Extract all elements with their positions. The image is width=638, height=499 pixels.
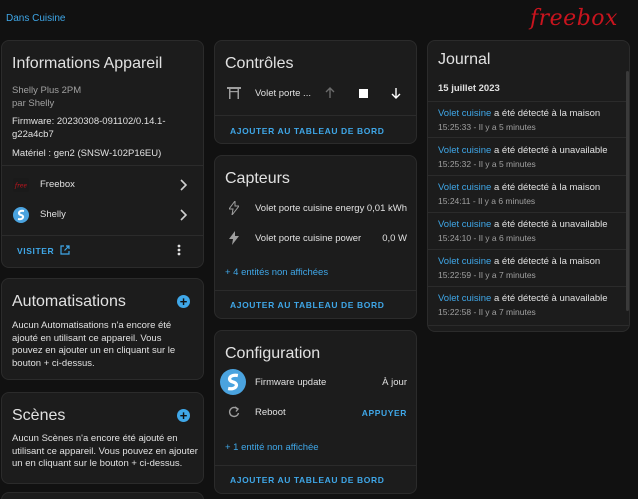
window-shutter-icon [226, 86, 242, 100]
open-external-icon [60, 242, 70, 260]
configuration-hidden-link[interactable]: + 1 entité non affichée [225, 442, 319, 453]
firmware-update-state: À jour [382, 377, 407, 388]
restart-icon [227, 405, 241, 419]
firmware-update-row[interactable]: Firmware update À jour [215, 369, 416, 395]
svg-text:free: free [14, 183, 28, 190]
visit-button[interactable]: VISITER [17, 244, 70, 258]
add-automation-button[interactable]: + [177, 295, 190, 308]
device-firmware: Firmware: 20230308-091102/0.14.1-g22a4cb… [12, 116, 166, 140]
shelly-icon [220, 369, 246, 395]
device-info-card: Informations Appareil Shelly Plus 2PM pa… [1, 40, 204, 268]
reboot-row: Reboot APPUYER [215, 403, 416, 421]
journal-entry: Volet cuisine a été détecté à unavailabl… [438, 145, 608, 156]
journal-entity-link[interactable]: Volet cuisine [438, 293, 491, 304]
firmware-update-label: Firmware update [255, 377, 327, 388]
device-model: Shelly Plus 2PM [12, 85, 82, 96]
sensor-power-name: Volet porte cuisine power [255, 233, 362, 244]
visit-label: VISITER [17, 246, 55, 256]
device-hardware: Matériel : gen2 (SNSW-102P16EU) [12, 148, 162, 159]
controls-add-dashboard-button[interactable]: AJOUTER AU TABLEAU DE BORD [230, 126, 384, 136]
journal-entry: Volet cuisine a été détecté à la maison [438, 182, 601, 193]
integration-shelly-label: Shelly [40, 209, 66, 220]
journal-time: 15:25:32 - Il y a 5 minutes [438, 159, 536, 169]
journal-entity-link[interactable]: Volet cuisine [438, 256, 491, 267]
journal-entity-link[interactable]: Volet cuisine [438, 219, 491, 230]
journal-entry: Volet cuisine a été détecté à la maison [438, 256, 601, 267]
integration-freebox-label: Freebox [40, 179, 75, 190]
reboot-label: Reboot [255, 407, 286, 418]
journal-entry: Volet cuisine a été détecté à unavailabl… [438, 293, 608, 304]
journal-time: 15:22:59 - Il y a 7 minutes [438, 270, 536, 280]
stop-icon[interactable] [356, 86, 370, 100]
device-info-title: Informations Appareil [12, 55, 163, 72]
controls-card: Contrôles Volet porte ... AJOUTER AU TAB… [214, 40, 417, 144]
more-options-icon[interactable] [172, 243, 186, 257]
sensor-energy-name: Volet porte cuisine energy [255, 203, 365, 214]
arrow-down-icon[interactable] [389, 86, 403, 100]
configuration-title: Configuration [225, 345, 321, 362]
configuration-card: Configuration Firmware update À jour Reb… [214, 330, 417, 494]
sensor-row-energy[interactable]: Volet porte cuisine energy 0,01 kWh [215, 199, 416, 217]
sensor-energy-value: 0,01 kWh [366, 203, 407, 214]
sensors-hidden-link[interactable]: + 4 entités non affichées [225, 267, 328, 278]
journal-entry: Volet cuisine a été détecté à unavailabl… [438, 219, 608, 230]
integration-shelly[interactable]: Shelly [2, 201, 203, 229]
cover-entity-name[interactable]: Volet porte ... [255, 88, 311, 99]
journal-time: 15:24:11 - Il y a 6 minutes [438, 196, 536, 206]
journal-entity-link[interactable]: Volet cuisine [438, 145, 491, 156]
freebox-icon: free [13, 178, 29, 192]
shelly-icon [13, 207, 29, 223]
configuration-add-dashboard-button[interactable]: AJOUTER AU TABLEAU DE BORD [230, 475, 384, 485]
next-card [1, 492, 204, 499]
journal-entity-link[interactable]: Volet cuisine [438, 108, 491, 119]
automations-empty-text: Aucun Automatisations n'a encore été ajo… [12, 320, 176, 369]
journal-scrollbar[interactable] [626, 71, 629, 311]
device-manufacturer: par Shelly [12, 98, 55, 109]
controls-title: Contrôles [225, 55, 294, 72]
automations-card: Automatisations + Aucun Automatisations … [1, 278, 204, 380]
sensors-title: Capteurs [225, 170, 290, 187]
journal-entity-link[interactable]: Volet cuisine [438, 182, 491, 193]
journal-entry: Volet cuisine a été détecté à la maison [438, 108, 601, 119]
sensors-add-dashboard-button[interactable]: AJOUTER AU TABLEAU DE BORD [230, 300, 384, 310]
lightning-bolt-outline-icon [227, 201, 241, 215]
journal-time: 15:25:33 - Il y a 5 minutes [438, 122, 536, 132]
scenes-title: Scènes [12, 407, 66, 424]
automations-title: Automatisations [12, 293, 126, 310]
scenes-card: Scènes + Aucun Scènes n'a encore été ajo… [1, 392, 204, 484]
reboot-press-button[interactable]: APPUYER [362, 408, 407, 418]
arrow-up-icon[interactable] [323, 86, 337, 100]
chevron-right-icon [177, 179, 189, 191]
journal-card: Journal 15 juillet 2023 Volet cuisine a … [427, 40, 630, 332]
sensor-row-power[interactable]: Volet porte cuisine power 0,0 W [215, 229, 416, 247]
journal-title: Journal [438, 51, 491, 68]
sensor-power-value: 0,0 W [382, 233, 407, 244]
journal-time: 15:24:10 - Il y a 6 minutes [438, 233, 536, 243]
integration-freebox[interactable]: free Freebox [2, 171, 203, 199]
add-scene-button[interactable]: + [177, 409, 190, 422]
freebox-logo: freebox [530, 6, 618, 31]
lightning-bolt-icon [227, 231, 241, 245]
breadcrumb[interactable]: Dans Cuisine [6, 13, 65, 24]
scenes-empty-text: Aucun Scènes n'a encore été ajouté en ut… [12, 433, 198, 469]
chevron-right-icon [177, 209, 189, 221]
sensors-card: Capteurs Volet porte cuisine energy 0,01… [214, 155, 417, 319]
journal-time: 15:22:58 - Il y a 7 minutes [438, 307, 536, 317]
journal-date: 15 juillet 2023 [438, 83, 500, 94]
